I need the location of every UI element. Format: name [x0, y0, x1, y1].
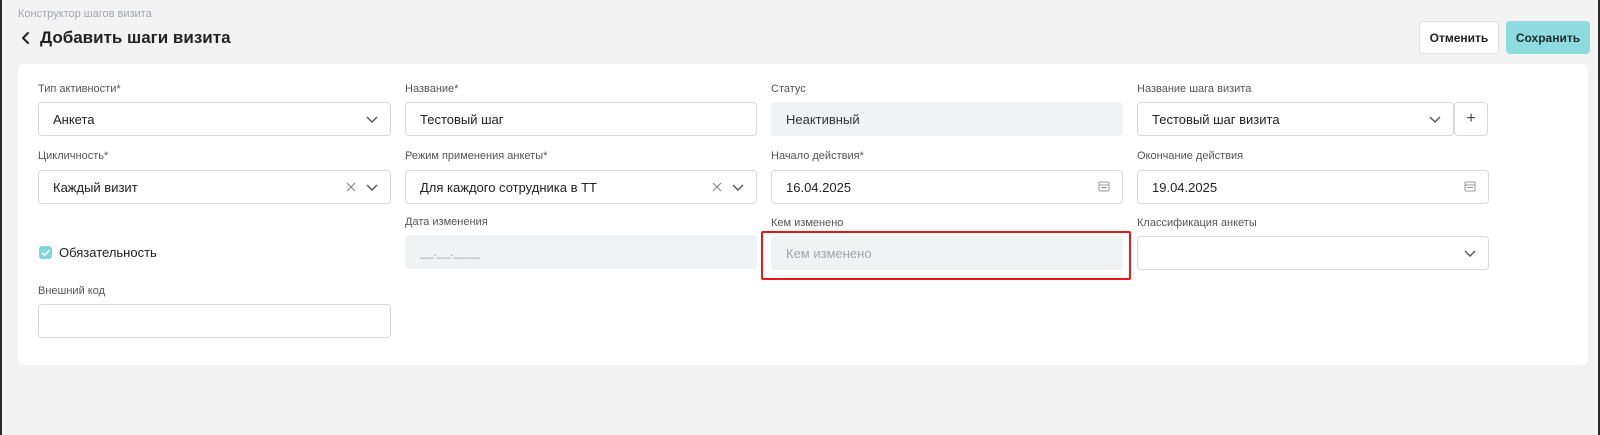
page-title: Добавить шаги визита [40, 28, 231, 47]
required-label: Обязательность [59, 245, 157, 260]
apply-mode-value: Для каждого сотрудника в ТТ [420, 179, 597, 195]
start-date-label: Начало действия* [771, 150, 864, 162]
chevron-down-icon[interactable] [732, 180, 744, 195]
changed-by-label: Кем изменено [771, 217, 844, 229]
activity-type-value: Анкета [53, 111, 95, 127]
apply-mode-label: Режим применения анкеты* [405, 150, 548, 162]
step-name-select[interactable]: Тестовый шаг визита [1137, 102, 1454, 136]
step-name-label: Название шага визита [1137, 83, 1252, 95]
activity-type-select[interactable]: Анкета [38, 102, 391, 136]
app-window: Конструктор шагов визита Добавить шаги в… [0, 0, 1600, 435]
end-date-input[interactable]: 19.04.2025 [1137, 170, 1489, 204]
name-label: Название* [405, 83, 459, 95]
clear-icon[interactable] [346, 180, 356, 195]
form-card: Тип активности* Анкета Название* Тестовы… [18, 64, 1588, 365]
calendar-icon[interactable] [1098, 180, 1110, 195]
calendar-icon[interactable] [1464, 180, 1476, 195]
add-step-name-button[interactable]: + [1454, 102, 1488, 136]
cyclicity-label: Цикличность* [38, 150, 109, 162]
cyclicity-select[interactable]: Каждый визит [38, 170, 391, 204]
page-header: Добавить шаги визита [20, 27, 231, 49]
required-checkbox-row[interactable]: Обязательность [39, 245, 157, 260]
name-input[interactable]: Тестовый шаг [405, 102, 757, 136]
chevron-down-icon[interactable] [366, 180, 378, 195]
start-date-input[interactable]: 16.04.2025 [771, 170, 1123, 204]
classification-select[interactable] [1137, 236, 1489, 270]
plus-icon: + [1466, 110, 1476, 127]
start-date-value: 16.04.2025 [786, 179, 852, 195]
save-button[interactable]: Сохранить [1506, 21, 1590, 54]
required-checkbox[interactable] [39, 246, 52, 259]
external-code-label: Внешний код [38, 285, 106, 297]
external-code-input[interactable] [38, 304, 391, 338]
cyclicity-value: Каждый визит [53, 179, 138, 195]
apply-mode-select[interactable]: Для каждого сотрудника в ТТ [405, 170, 757, 204]
changed-date-value: __.__.____ [420, 245, 481, 259]
back-arrow-icon[interactable] [20, 27, 40, 49]
status-field: Неактивный [771, 102, 1123, 136]
status-label: Статус [771, 83, 806, 95]
end-date-value: 19.04.2025 [1152, 179, 1218, 195]
highlight-box [761, 231, 1131, 280]
activity-type-label: Тип активности* [38, 83, 121, 95]
changed-date-label: Дата изменения [405, 216, 488, 228]
chevron-down-icon[interactable] [1464, 246, 1476, 261]
classification-label: Классификация анкеты [1137, 217, 1257, 229]
breadcrumb[interactable]: Конструктор шагов визита [18, 8, 152, 20]
step-name-value: Тестовый шаг визита [1152, 111, 1280, 127]
cancel-button[interactable]: Отменить [1419, 21, 1499, 54]
clear-icon[interactable] [712, 180, 722, 195]
chevron-down-icon[interactable] [366, 112, 378, 127]
name-value: Тестовый шаг [420, 111, 504, 127]
status-value: Неактивный [786, 111, 860, 127]
changed-date-field: __.__.____ [405, 235, 757, 269]
end-date-label: Окончание действия [1137, 150, 1244, 162]
chevron-down-icon[interactable] [1429, 112, 1441, 127]
